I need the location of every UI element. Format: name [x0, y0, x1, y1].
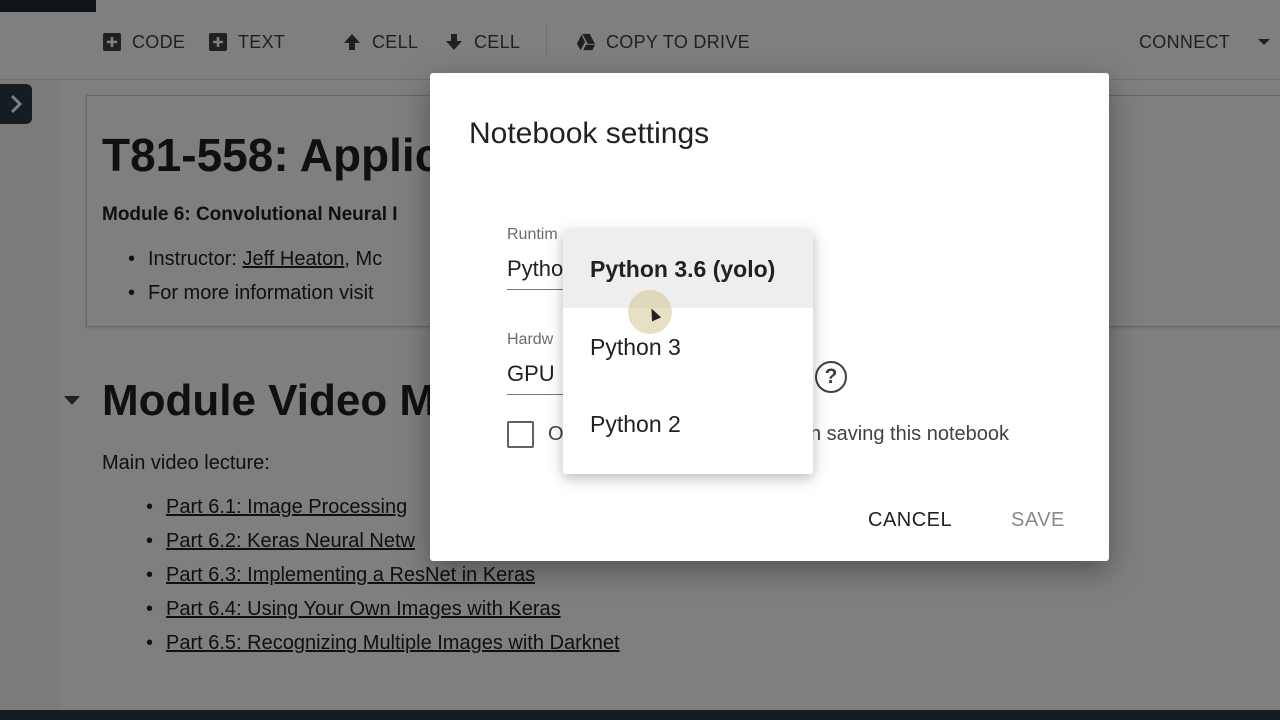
- runtime-type-menu: Python 3.6 (yolo) Python 3 Python 2: [563, 230, 813, 474]
- runtime-type-select[interactable]: Pytho: [507, 256, 563, 282]
- menu-item-python-2[interactable]: Python 2: [563, 385, 813, 463]
- menu-item-python-3[interactable]: Python 3: [563, 308, 813, 386]
- hardware-accelerator-label: Hardw: [507, 331, 554, 348]
- hardware-accelerator-select[interactable]: GPU: [507, 361, 555, 387]
- menu-item-python-3-6-yolo[interactable]: Python 3.6 (yolo): [563, 230, 813, 308]
- cancel-button[interactable]: CANCEL: [868, 509, 952, 532]
- omit-output-label-start: O: [548, 423, 564, 445]
- omit-output-checkbox[interactable]: [507, 421, 534, 448]
- help-icon[interactable]: ?: [815, 361, 847, 393]
- save-button[interactable]: SAVE: [1011, 509, 1065, 532]
- dialog-title: Notebook settings: [469, 117, 710, 150]
- omit-output-label-end: n saving this notebook: [810, 423, 1010, 445]
- runtime-type-label: Runtim: [507, 226, 558, 243]
